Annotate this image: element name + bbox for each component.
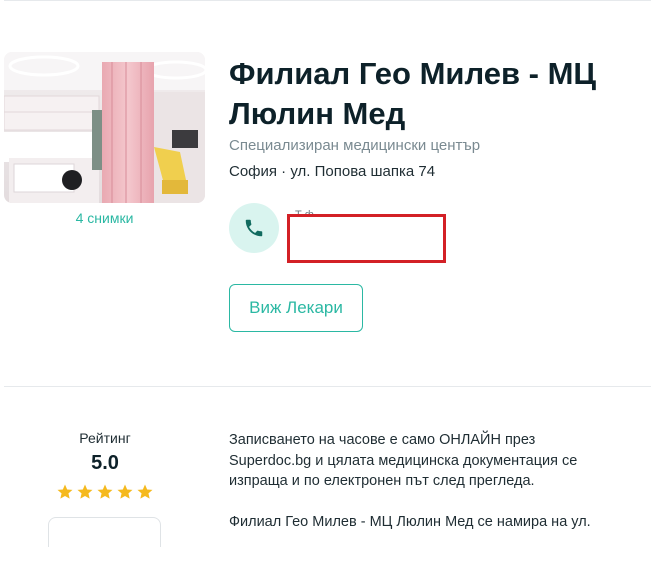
review-card[interactable] [48, 517, 161, 547]
clinic-type: Специализиран медицински център [229, 137, 481, 154]
star-icon [117, 484, 133, 499]
star-icon [77, 484, 93, 499]
star-icon [97, 484, 113, 499]
clinic-room-image [4, 52, 205, 203]
view-doctors-button[interactable]: Виж Лекари [229, 284, 363, 332]
description-paragraph: Филиал Гео Милев - МЦ Люлин Мед се намир… [229, 513, 591, 530]
star-icon [57, 484, 73, 499]
phone-number-redaction [287, 214, 446, 263]
clinic-title: Филиал Гео Милев - МЦ Люлин Мед [229, 56, 597, 131]
top-divider [4, 0, 651, 1]
rating-value: 5.0 [91, 452, 119, 474]
star-icon [137, 484, 153, 499]
rating-stars [40, 483, 170, 501]
clinic-photo[interactable] [4, 52, 205, 203]
rating-label: Рейтинг [79, 430, 131, 446]
phone-button[interactable] [229, 203, 279, 253]
photos-count-link[interactable]: 4 снимки [4, 210, 205, 226]
phone-icon [245, 219, 263, 237]
section-divider [4, 386, 651, 387]
clinic-description: Записването на часове е само ОНЛАЙН през… [229, 430, 609, 532]
clinic-address: София · ул. Попова шапка 74 [229, 163, 436, 180]
description-paragraph: Записването на часове е само ОНЛАЙН през… [229, 432, 578, 489]
